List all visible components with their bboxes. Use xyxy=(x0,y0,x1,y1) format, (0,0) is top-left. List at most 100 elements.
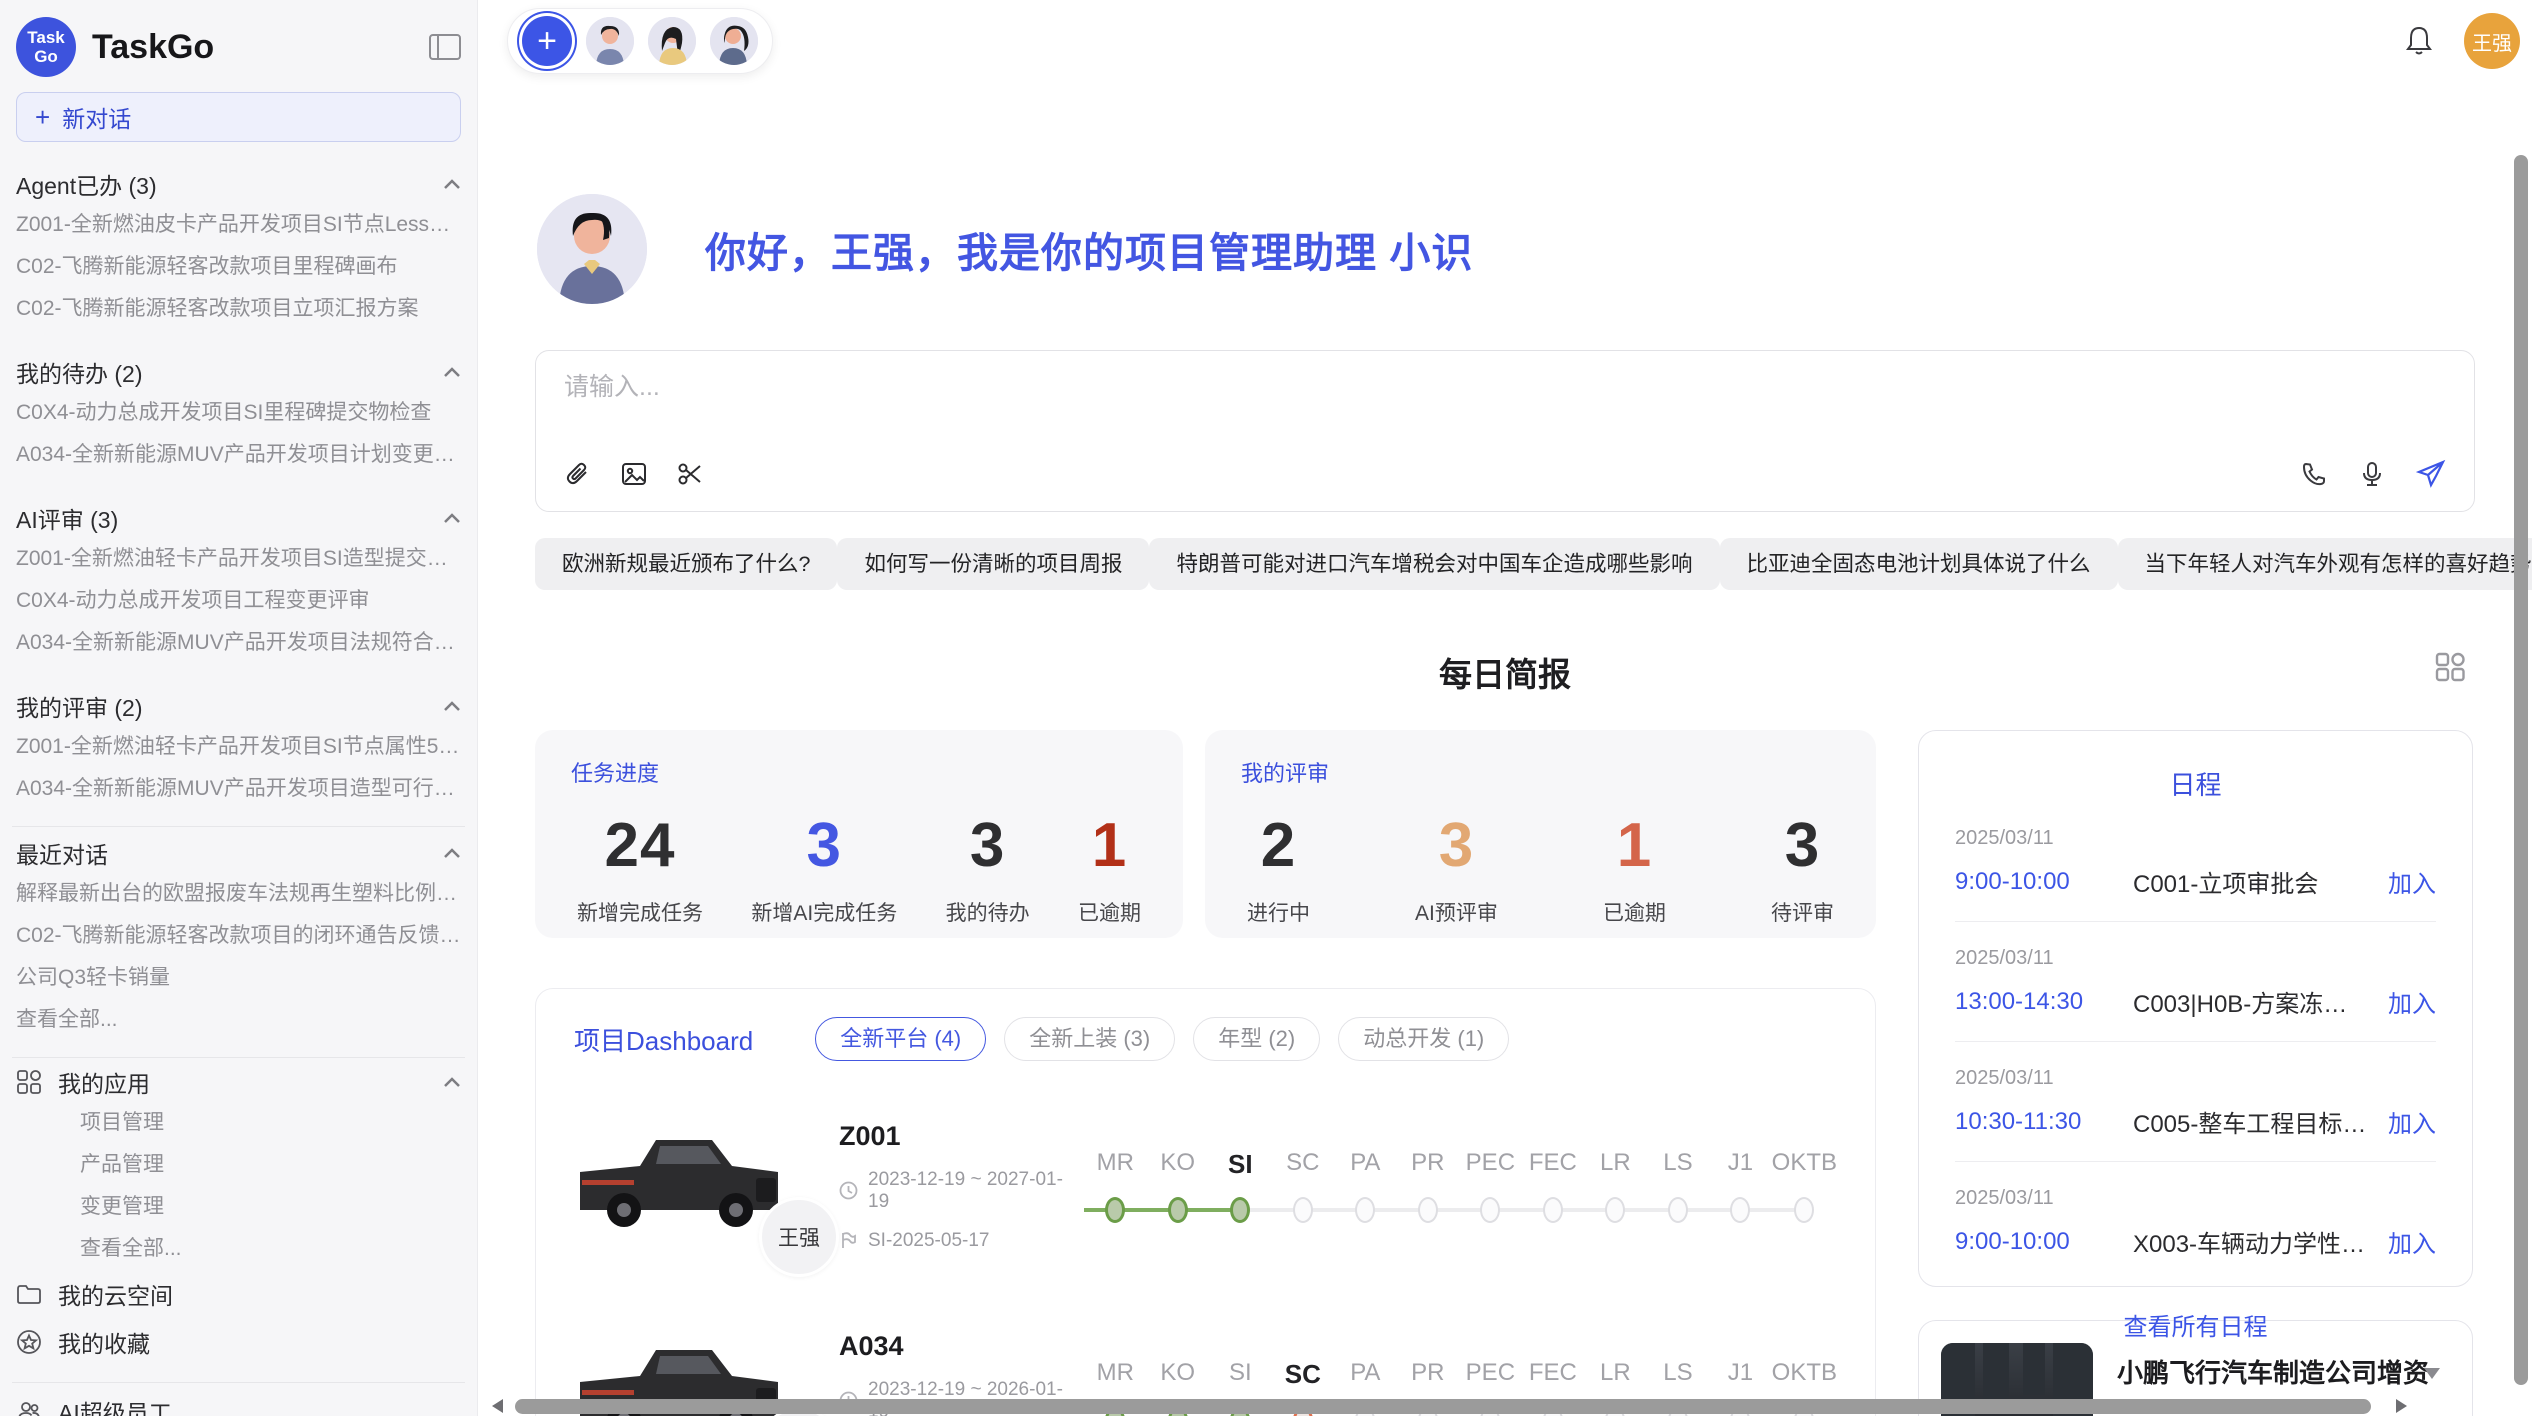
sidebar-item[interactable]: A034-全新新能源MUV产品开发项目法规符合性评审 xyxy=(16,622,461,664)
group-my-todo[interactable]: 我的待办 (2) xyxy=(16,352,461,392)
suggestion-chip[interactable]: 比亚迪全固态电池计划具体说了什么 xyxy=(1720,538,2118,590)
view-all-apps[interactable]: 查看全部... xyxy=(16,1228,461,1270)
sidebar-item-cloud-space[interactable]: 我的云空间 xyxy=(16,1270,461,1318)
hscroll-left-arrow[interactable] xyxy=(492,1399,503,1413)
sidebar-item[interactable]: Z001-全新燃油皮卡产品开发项目SI节点Lesson Learn报告 xyxy=(16,204,461,246)
divider xyxy=(12,1382,465,1383)
schedule-name: C003|H0B-方案冻结评审 xyxy=(2133,984,2370,1019)
milestone-dot xyxy=(1543,1197,1563,1223)
agent-avatar-2[interactable] xyxy=(648,17,696,65)
notification-bell-icon[interactable] xyxy=(2404,25,2434,57)
app-item-change-mgmt[interactable]: 变更管理 xyxy=(16,1186,461,1228)
schedule-name: X003-车辆动力学性能验... xyxy=(2133,1224,2370,1259)
group-label: Agent已办 (3) xyxy=(16,167,157,201)
sidebar-collapse-icon[interactable] xyxy=(429,34,461,60)
milestone-label: LR xyxy=(1584,1359,1647,1393)
schedule-item: 2025/03/11 13:00-14:30 C003|H0B-方案冻结评审 加… xyxy=(1955,947,2436,1042)
group-agent-done[interactable]: Agent已办 (3) xyxy=(16,164,461,204)
assistant-avatar xyxy=(537,194,647,304)
sidebar-item[interactable]: A034-全新新能源MUV产品开发项目计划变更表编写 xyxy=(16,434,461,476)
chevron-up-icon xyxy=(443,701,461,712)
sidebar-item[interactable]: C02-飞腾新能源轻客改款项目里程碑画布 xyxy=(16,246,461,288)
sidebar-item[interactable]: 公司Q3轻卡销量 xyxy=(16,957,461,999)
favorites-label: 我的收藏 xyxy=(58,1325,150,1359)
sidebar-item[interactable]: C02-飞腾新能源轻客改款项目的闭环通告反馈情况 xyxy=(16,915,461,957)
add-agent-button[interactable]: + xyxy=(522,16,572,66)
sidebar-item[interactable]: 解释最新出台的欧盟报废车法规再生塑料比例被调至15%... xyxy=(16,873,461,915)
chevron-up-icon xyxy=(443,848,461,859)
cloud-space-label: 我的云空间 xyxy=(58,1277,173,1311)
milestone-dot xyxy=(1105,1197,1125,1223)
stat-new-done: 24 新增完成任务 xyxy=(577,810,703,927)
sidebar-header: Task Go TaskGo xyxy=(16,14,461,80)
attachment-icon[interactable] xyxy=(564,460,592,488)
project-code: Z001 xyxy=(839,1121,1084,1152)
filter-powertrain[interactable]: 动总开发 (1) xyxy=(1338,1017,1509,1061)
agent-avatar-3[interactable] xyxy=(710,17,758,65)
sidebar-item[interactable]: Z001-全新燃油轻卡产品开发项目SI节点属性5D文件评审 xyxy=(16,726,461,768)
filter-model-year[interactable]: 年型 (2) xyxy=(1193,1017,1320,1061)
group-recent-chats[interactable]: 最近对话 xyxy=(16,833,461,873)
group-my-review[interactable]: 我的评审 (2) xyxy=(16,686,461,726)
milestone-dot-track xyxy=(1772,1193,1837,1227)
microphone-icon[interactable] xyxy=(2358,460,2386,488)
project-row[interactable]: 王强 Z001 2023-12-19 ~ 2027-01-19 xyxy=(574,1101,1837,1271)
stat-label: 我的待办 xyxy=(946,897,1030,927)
daily-briefing-header: 每日简报 xyxy=(535,648,2475,692)
sidebar-item[interactable]: Z001-全新燃油轻卡产品开发项目SI造型提交物评审 xyxy=(16,538,461,580)
sidebar-item[interactable]: C0X4-动力总成开发项目SI里程碑提交物检查 xyxy=(16,392,461,434)
send-icon[interactable] xyxy=(2416,459,2446,489)
image-icon[interactable] xyxy=(620,460,648,488)
sidebar-item-favorites[interactable]: 我的收藏 xyxy=(16,1318,461,1366)
chevron-up-icon xyxy=(443,1077,461,1088)
sidebar-item[interactable]: C02-飞腾新能源轻客改款项目立项汇报方案 xyxy=(16,288,461,330)
greeting-block: 你好，王强，我是你的项目管理助理 小识 xyxy=(535,194,2475,304)
milestone-dot-track xyxy=(1647,1193,1710,1227)
phone-icon[interactable] xyxy=(2300,460,2328,488)
milestone-track: MRKOSISCPAPRPECFECLRLSJ1OKTB xyxy=(1084,1145,1837,1227)
chat-input[interactable] xyxy=(564,373,2446,402)
person-illustration xyxy=(648,17,696,65)
join-link[interactable]: 加入 xyxy=(2388,864,2436,899)
filter-new-body[interactable]: 全新上装 (3) xyxy=(1004,1017,1175,1061)
suggestion-chip[interactable]: 当下年轻人对汽车外观有怎样的喜好趋势 xyxy=(2118,538,2532,590)
group-my-apps[interactable]: 我的应用 xyxy=(16,1062,461,1102)
stat-value: 3 xyxy=(946,810,1030,881)
milestone-dot xyxy=(1480,1197,1500,1223)
milestone-dot xyxy=(1293,1197,1313,1223)
people-icon xyxy=(16,1398,42,1416)
schedule-date: 2025/03/11 xyxy=(1955,947,2436,970)
horizontal-scrollbar[interactable] xyxy=(515,1399,2371,1414)
scissors-icon[interactable] xyxy=(676,460,704,488)
new-chat-button[interactable]: + 新对话 xyxy=(16,92,461,142)
user-avatar[interactable]: 王强 xyxy=(2464,13,2520,69)
suggestion-chip[interactable]: 欧洲新规最近颁布了什么? xyxy=(535,538,837,590)
layout-grid-icon[interactable] xyxy=(2433,650,2467,684)
join-link[interactable]: 加入 xyxy=(2388,984,2436,1019)
sidebar-item-ai-super-staff[interactable]: AI超级员工 xyxy=(16,1387,461,1416)
milestone-node: PR xyxy=(1397,1149,1460,1227)
stat-value: 1 xyxy=(1078,810,1141,881)
milestone-label: J1 xyxy=(1709,1359,1772,1393)
sidebar-item[interactable]: C0X4-动力总成开发项目工程变更评审 xyxy=(16,580,461,622)
flag-icon xyxy=(839,1231,858,1250)
app-item-project-mgmt[interactable]: 项目管理 xyxy=(16,1102,461,1144)
suggestion-chip[interactable]: 如何写一份清晰的项目周报 xyxy=(837,538,1149,590)
person-illustration xyxy=(586,17,634,65)
vertical-scrollbar[interactable] xyxy=(2514,155,2528,1385)
plus-icon: + xyxy=(35,102,50,133)
stat-label: 已逾期 xyxy=(1078,897,1141,927)
join-link[interactable]: 加入 xyxy=(2388,1224,2436,1259)
filter-new-platform[interactable]: 全新平台 (4) xyxy=(815,1017,986,1061)
vscroll-down-arrow[interactable] xyxy=(2424,1368,2440,1379)
milestone-node: KO xyxy=(1147,1149,1210,1227)
sidebar-item[interactable]: A034-全新新能源MUV产品开发项目造型可行性评审 xyxy=(16,768,461,810)
hscroll-right-arrow[interactable] xyxy=(2396,1399,2407,1413)
group-ai-review[interactable]: AI评审 (3) xyxy=(16,498,461,538)
app-item-product-mgmt[interactable]: 产品管理 xyxy=(16,1144,461,1186)
agent-avatar-1[interactable] xyxy=(586,17,634,65)
join-link[interactable]: 加入 xyxy=(2388,1104,2436,1139)
suggestion-chip[interactable]: 特朗普可能对进口汽车增税会对中国车企造成哪些影响 xyxy=(1149,538,1719,590)
view-all-chats[interactable]: 查看全部... xyxy=(16,999,461,1041)
project-car-image: 王强 xyxy=(574,1124,829,1249)
